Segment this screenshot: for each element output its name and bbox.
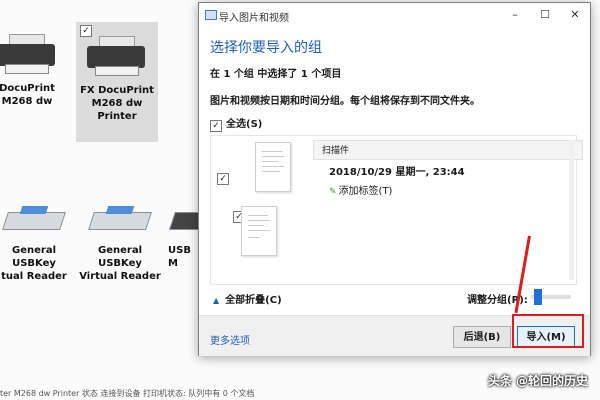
- back-button[interactable]: 后退(B): [453, 326, 511, 348]
- tag-icon: ✎: [329, 187, 337, 197]
- minimize-button[interactable]: –: [500, 3, 530, 27]
- keyboard-icon: [169, 204, 202, 238]
- device-label: DocuPrint M268 dw: [0, 83, 55, 107]
- group-list: ✓ ✓ 扫描件 2018/10/29 星期一, 23:44 ✎ 添加标签(T): [210, 135, 583, 285]
- status-line: ter M268 dw Printer 状态 连接到设备 打印机状态: 队列中有…: [0, 389, 255, 398]
- printer-icon: [0, 34, 59, 76]
- photos-app-icon: [205, 10, 217, 20]
- collapse-all-toggle[interactable]: ▲ 全部折叠(C): [213, 291, 282, 306]
- selection-summary: 在 1 个组 中选择了 1 个项目: [210, 69, 342, 80]
- close-button[interactable]: ✕: [560, 3, 590, 27]
- device-label: USB M: [168, 245, 191, 269]
- import-dialog: 导入图片和视频 – ☐ ✕ 选择你要导入的组 在 1 个组 中选择了 1 个项目…: [198, 2, 591, 356]
- watermark: 头条 @轮回的历史: [487, 374, 588, 388]
- group-list-scrollbar[interactable]: [569, 140, 574, 280]
- maximize-button[interactable]: ☐: [530, 3, 560, 27]
- checkbox-icon: ✓: [210, 120, 222, 132]
- printer-icon: [85, 36, 149, 78]
- chevron-up-icon: ▲: [213, 296, 220, 305]
- more-options-link[interactable]: 更多选项: [210, 332, 250, 347]
- group-name-field[interactable]: 扫描件: [313, 140, 583, 160]
- select-all-checkbox[interactable]: ✓ 全选(S): [210, 115, 262, 132]
- collapse-all-label: 全部折叠(C): [225, 295, 282, 306]
- device-fx-docuprint[interactable]: ✓ FX DocuPrint M268 dw Printer: [76, 24, 158, 123]
- add-tag-link[interactable]: ✎ 添加标签(T): [329, 182, 392, 197]
- device-label: General USBKey tual Reader: [1, 245, 67, 282]
- group-datetime: 2018/10/29 星期一, 23:44: [329, 167, 465, 178]
- device-docuprint[interactable]: DocuPrint M268 dw: [0, 34, 68, 108]
- device-general-usbkey-1[interactable]: General USBKey tual Reader: [0, 204, 76, 283]
- grouping-slider[interactable]: [531, 289, 571, 305]
- device-label: FX DocuPrint M268 dw Printer: [80, 85, 154, 122]
- usb-reader-icon: [88, 204, 152, 238]
- device-general-usbkey-2[interactable]: General USBKey Virtual Reader: [78, 204, 162, 283]
- device-label: General USBKey Virtual Reader: [79, 245, 161, 282]
- add-tag-label: 添加标签(T): [338, 186, 393, 197]
- scan-thumbnail-2[interactable]: [241, 206, 277, 256]
- dialog-heading: 选择你要导入的组: [210, 40, 322, 56]
- annotation-highlight-box: [512, 314, 584, 348]
- scan-thumbnail-1[interactable]: [255, 142, 291, 192]
- slider-thumb[interactable]: [534, 289, 542, 305]
- grouping-description: 图片和视频按日期和时间分组。每个组将保存到不同文件夹。: [210, 96, 480, 107]
- select-all-label: 全选(S): [226, 119, 263, 130]
- dialog-title: 导入图片和视频: [219, 13, 289, 24]
- group-checkbox[interactable]: ✓: [217, 173, 229, 185]
- title-bar[interactable]: 导入图片和视频 – ☐ ✕: [199, 3, 590, 27]
- usb-reader-icon: [2, 204, 66, 238]
- device-usb-keyboard[interactable]: USB M: [168, 204, 202, 270]
